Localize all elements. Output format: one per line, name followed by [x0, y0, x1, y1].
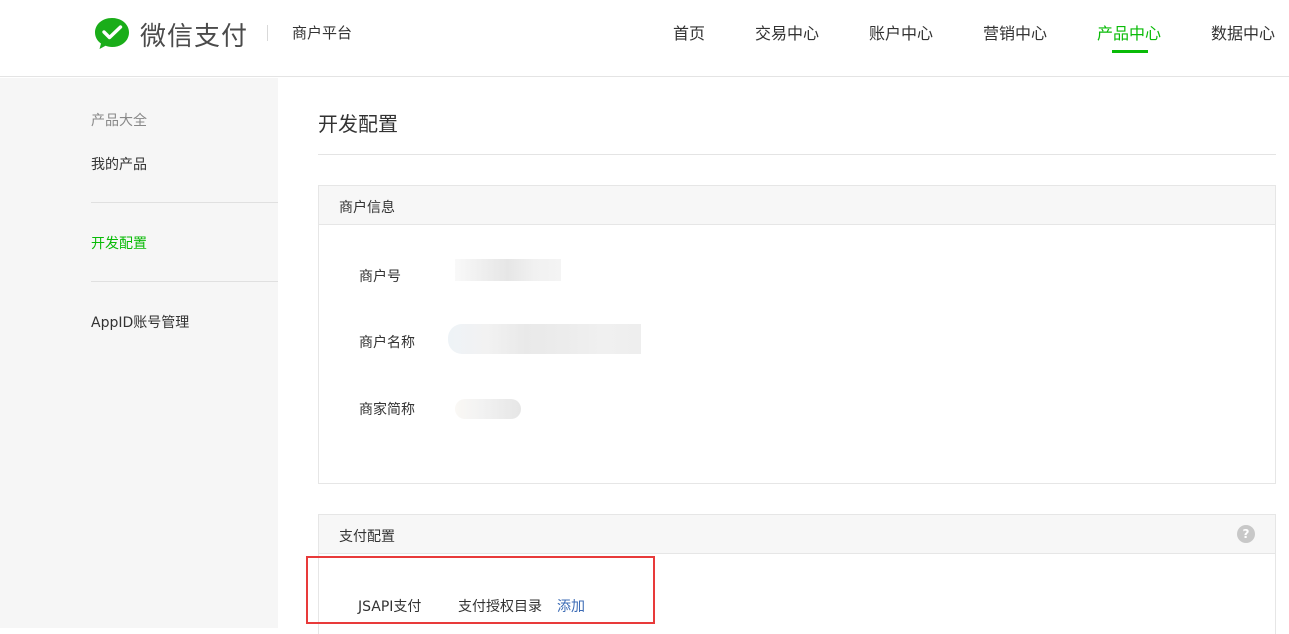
logo-text: 微信支付: [140, 21, 249, 52]
header-divider: [267, 25, 268, 41]
page-title: 开发配置: [318, 112, 398, 136]
nav-marketing-center[interactable]: 营销中心: [983, 20, 1047, 44]
nav-active-indicator: [1112, 50, 1148, 53]
merchant-info-header: 商户信息: [319, 186, 1275, 225]
wechat-pay-logo-icon: [95, 18, 129, 49]
payment-config-header: 支付配置 ?: [319, 515, 1275, 554]
platform-name: 商户平台: [292, 24, 353, 42]
merchant-id-value-redacted: [455, 259, 561, 281]
merchant-info-panel: 商户信息 商户号 商户名称 商家简称: [318, 185, 1276, 484]
payment-config-title: 支付配置: [339, 529, 395, 545]
title-divider: [318, 154, 1276, 155]
merchant-name-label: 商户名称: [359, 335, 415, 351]
nav-home[interactable]: 首页: [673, 20, 705, 44]
sidebar-item-my-products[interactable]: 我的产品: [91, 154, 147, 174]
merchant-id-label: 商户号: [359, 269, 401, 285]
sidebar-item-dev-config[interactable]: 开发配置: [91, 233, 147, 253]
merchant-short-name-value-redacted: [455, 399, 521, 419]
sidebar-item-appid-management[interactable]: AppID账号管理: [91, 312, 189, 332]
nav-account-center[interactable]: 账户中心: [869, 20, 933, 44]
sidebar-divider: [91, 202, 278, 203]
merchant-info-title: 商户信息: [339, 200, 395, 216]
sidebar-divider: [91, 281, 278, 282]
top-header: 微信支付 商户平台 首页 交易中心 账户中心 营销中心 产品中心 数据中心: [0, 0, 1289, 77]
sidebar-group-label: 产品大全: [91, 113, 147, 129]
nav-trade-center[interactable]: 交易中心: [755, 20, 819, 44]
nav-product-center[interactable]: 产品中心: [1097, 20, 1161, 44]
merchant-short-name-label: 商家简称: [359, 402, 415, 418]
nav-data-center[interactable]: 数据中心: [1211, 20, 1275, 44]
merchant-name-value-redacted: [448, 324, 641, 354]
wechat-pay-logo[interactable]: 微信支付: [92, 14, 248, 54]
sidebar: 产品大全 我的产品 开发配置 AppID账号管理: [0, 78, 278, 628]
highlight-annotation-box: [306, 556, 655, 624]
question-circle-icon[interactable]: ?: [1237, 525, 1255, 543]
